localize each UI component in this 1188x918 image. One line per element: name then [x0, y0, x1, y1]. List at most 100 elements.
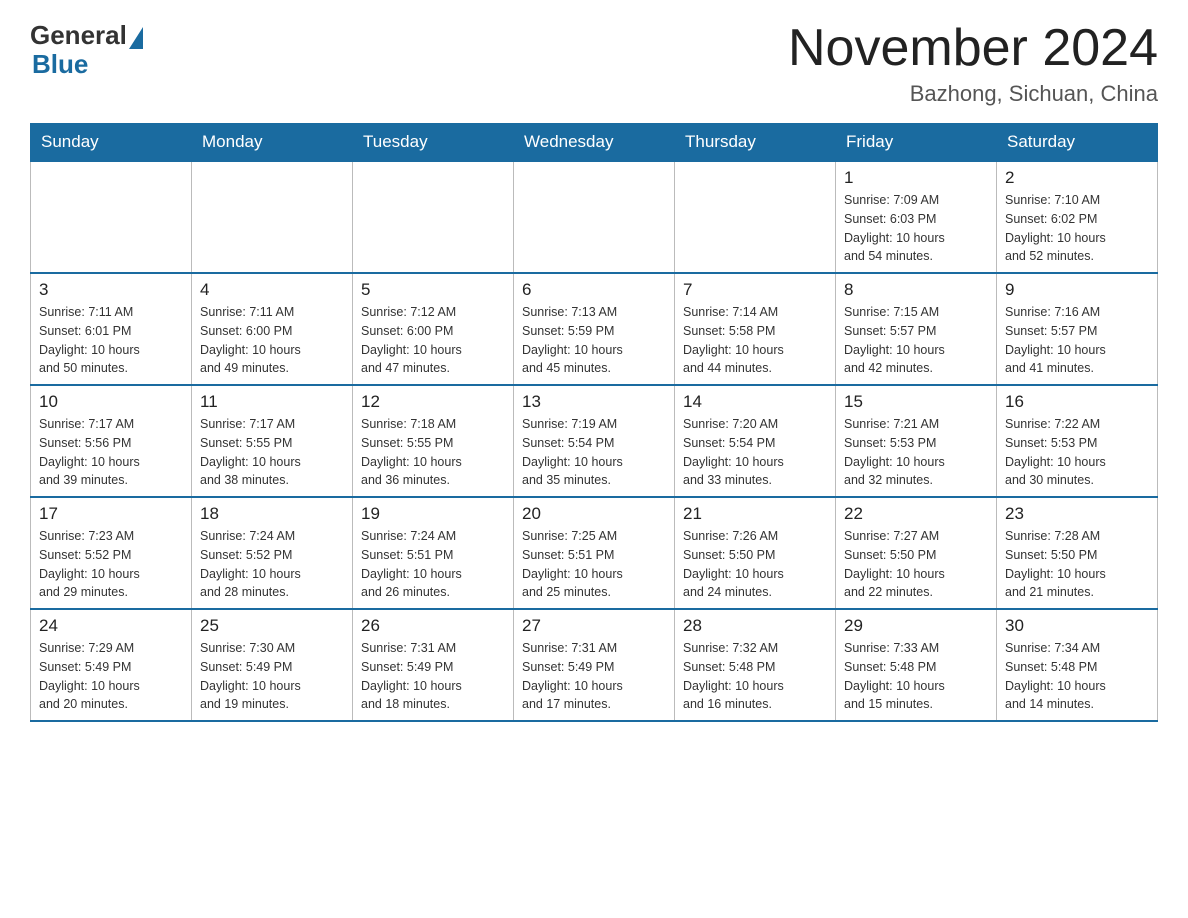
day-number: 28 [683, 616, 827, 636]
page-header: General Blue November 2024 Bazhong, Sich… [30, 20, 1158, 107]
calendar-cell: 22 Sunrise: 7:27 AM Sunset: 5:50 PM Dayli… [836, 497, 997, 609]
day-info: Sunrise: 7:28 AM Sunset: 5:50 PM Dayligh… [1005, 527, 1149, 602]
calendar-week-row: 10 Sunrise: 7:17 AM Sunset: 5:56 PM Dayli… [31, 385, 1158, 497]
day-info: Sunrise: 7:21 AM Sunset: 5:53 PM Dayligh… [844, 415, 988, 490]
day-info: Sunrise: 7:27 AM Sunset: 5:50 PM Dayligh… [844, 527, 988, 602]
day-number: 18 [200, 504, 344, 524]
day-info: Sunrise: 7:17 AM Sunset: 5:55 PM Dayligh… [200, 415, 344, 490]
day-info: Sunrise: 7:19 AM Sunset: 5:54 PM Dayligh… [522, 415, 666, 490]
page-subtitle: Bazhong, Sichuan, China [788, 81, 1158, 107]
title-section: November 2024 Bazhong, Sichuan, China [788, 20, 1158, 107]
weekday-header-saturday: Saturday [997, 124, 1158, 162]
calendar-cell: 8 Sunrise: 7:15 AM Sunset: 5:57 PM Daylig… [836, 273, 997, 385]
day-info: Sunrise: 7:26 AM Sunset: 5:50 PM Dayligh… [683, 527, 827, 602]
calendar-week-row: 24 Sunrise: 7:29 AM Sunset: 5:49 PM Dayli… [31, 609, 1158, 721]
calendar-cell: 3 Sunrise: 7:11 AM Sunset: 6:01 PM Daylig… [31, 273, 192, 385]
day-info: Sunrise: 7:31 AM Sunset: 5:49 PM Dayligh… [522, 639, 666, 714]
calendar-cell: 21 Sunrise: 7:26 AM Sunset: 5:50 PM Dayli… [675, 497, 836, 609]
day-number: 3 [39, 280, 183, 300]
day-info: Sunrise: 7:13 AM Sunset: 5:59 PM Dayligh… [522, 303, 666, 378]
day-number: 24 [39, 616, 183, 636]
day-number: 25 [200, 616, 344, 636]
day-number: 30 [1005, 616, 1149, 636]
day-number: 2 [1005, 168, 1149, 188]
day-number: 19 [361, 504, 505, 524]
calendar-cell [353, 161, 514, 273]
day-info: Sunrise: 7:11 AM Sunset: 6:01 PM Dayligh… [39, 303, 183, 378]
day-number: 1 [844, 168, 988, 188]
calendar-cell: 14 Sunrise: 7:20 AM Sunset: 5:54 PM Dayli… [675, 385, 836, 497]
calendar-cell: 5Sunrise: 7:12 AM Sunset: 6:00 PM Daylig… [353, 273, 514, 385]
day-number: 22 [844, 504, 988, 524]
day-number: 11 [200, 392, 344, 412]
day-info: Sunrise: 7:17 AM Sunset: 5:56 PM Dayligh… [39, 415, 183, 490]
calendar-cell: 9 Sunrise: 7:16 AM Sunset: 5:57 PM Daylig… [997, 273, 1158, 385]
day-info: Sunrise: 7:11 AM Sunset: 6:00 PM Dayligh… [200, 303, 344, 378]
day-number: 8 [844, 280, 988, 300]
day-number: 13 [522, 392, 666, 412]
calendar-cell: 29 Sunrise: 7:33 AM Sunset: 5:48 PM Dayli… [836, 609, 997, 721]
day-number: 16 [1005, 392, 1149, 412]
day-info: Sunrise: 7:20 AM Sunset: 5:54 PM Dayligh… [683, 415, 827, 490]
weekday-header-sunday: Sunday [31, 124, 192, 162]
calendar-cell: 12 Sunrise: 7:18 AM Sunset: 5:55 PM Dayli… [353, 385, 514, 497]
calendar-cell: 18 Sunrise: 7:24 AM Sunset: 5:52 PM Dayli… [192, 497, 353, 609]
calendar-cell: 30Sunrise: 7:34 AM Sunset: 5:48 PM Dayli… [997, 609, 1158, 721]
day-info: Sunrise: 7:25 AM Sunset: 5:51 PM Dayligh… [522, 527, 666, 602]
day-number: 4 [200, 280, 344, 300]
calendar-cell: 28Sunrise: 7:32 AM Sunset: 5:48 PM Dayli… [675, 609, 836, 721]
day-info: Sunrise: 7:24 AM Sunset: 5:51 PM Dayligh… [361, 527, 505, 602]
calendar-week-row: 17 Sunrise: 7:23 AM Sunset: 5:52 PM Dayli… [31, 497, 1158, 609]
calendar-cell: 13 Sunrise: 7:19 AM Sunset: 5:54 PM Dayli… [514, 385, 675, 497]
weekday-header-tuesday: Tuesday [353, 124, 514, 162]
day-info: Sunrise: 7:18 AM Sunset: 5:55 PM Dayligh… [361, 415, 505, 490]
day-info: Sunrise: 7:22 AM Sunset: 5:53 PM Dayligh… [1005, 415, 1149, 490]
calendar-cell: 4 Sunrise: 7:11 AM Sunset: 6:00 PM Daylig… [192, 273, 353, 385]
weekday-header-wednesday: Wednesday [514, 124, 675, 162]
day-info: Sunrise: 7:16 AM Sunset: 5:57 PM Dayligh… [1005, 303, 1149, 378]
day-number: 29 [844, 616, 988, 636]
day-number: 20 [522, 504, 666, 524]
day-number: 6 [522, 280, 666, 300]
weekday-header-friday: Friday [836, 124, 997, 162]
calendar-cell: 11 Sunrise: 7:17 AM Sunset: 5:55 PM Dayli… [192, 385, 353, 497]
day-info: Sunrise: 7:33 AM Sunset: 5:48 PM Dayligh… [844, 639, 988, 714]
day-number: 21 [683, 504, 827, 524]
calendar-cell: 23Sunrise: 7:28 AM Sunset: 5:50 PM Dayli… [997, 497, 1158, 609]
day-number: 26 [361, 616, 505, 636]
day-info: Sunrise: 7:30 AM Sunset: 5:49 PM Dayligh… [200, 639, 344, 714]
day-number: 17 [39, 504, 183, 524]
calendar-cell: 15 Sunrise: 7:21 AM Sunset: 5:53 PM Dayli… [836, 385, 997, 497]
calendar-cell: 10 Sunrise: 7:17 AM Sunset: 5:56 PM Dayli… [31, 385, 192, 497]
calendar-cell: 20 Sunrise: 7:25 AM Sunset: 5:51 PM Dayli… [514, 497, 675, 609]
day-number: 14 [683, 392, 827, 412]
day-number: 10 [39, 392, 183, 412]
day-info: Sunrise: 7:15 AM Sunset: 5:57 PM Dayligh… [844, 303, 988, 378]
logo-general-text: General [30, 20, 127, 51]
day-info: Sunrise: 7:10 AM Sunset: 6:02 PM Dayligh… [1005, 191, 1149, 266]
calendar-cell: 25 Sunrise: 7:30 AM Sunset: 5:49 PM Dayli… [192, 609, 353, 721]
calendar-cell: 7 Sunrise: 7:14 AM Sunset: 5:58 PM Daylig… [675, 273, 836, 385]
day-number: 12 [361, 392, 505, 412]
logo-blue-text: Blue [30, 49, 88, 80]
calendar-table: SundayMondayTuesdayWednesdayThursdayFrid… [30, 123, 1158, 722]
calendar-cell [192, 161, 353, 273]
day-number: 9 [1005, 280, 1149, 300]
calendar-cell: 16 Sunrise: 7:22 AM Sunset: 5:53 PM Dayli… [997, 385, 1158, 497]
day-info: Sunrise: 7:23 AM Sunset: 5:52 PM Dayligh… [39, 527, 183, 602]
calendar-week-row: 1Sunrise: 7:09 AM Sunset: 6:03 PM Daylig… [31, 161, 1158, 273]
day-number: 7 [683, 280, 827, 300]
calendar-cell [514, 161, 675, 273]
logo-triangle-icon [129, 27, 143, 49]
day-info: Sunrise: 7:29 AM Sunset: 5:49 PM Dayligh… [39, 639, 183, 714]
calendar-cell [31, 161, 192, 273]
calendar-cell: 1Sunrise: 7:09 AM Sunset: 6:03 PM Daylig… [836, 161, 997, 273]
logo: General Blue [30, 20, 143, 80]
day-info: Sunrise: 7:24 AM Sunset: 5:52 PM Dayligh… [200, 527, 344, 602]
day-info: Sunrise: 7:14 AM Sunset: 5:58 PM Dayligh… [683, 303, 827, 378]
day-info: Sunrise: 7:31 AM Sunset: 5:49 PM Dayligh… [361, 639, 505, 714]
day-number: 15 [844, 392, 988, 412]
calendar-cell [675, 161, 836, 273]
page-title: November 2024 [788, 20, 1158, 77]
calendar-cell: 27Sunrise: 7:31 AM Sunset: 5:49 PM Dayli… [514, 609, 675, 721]
